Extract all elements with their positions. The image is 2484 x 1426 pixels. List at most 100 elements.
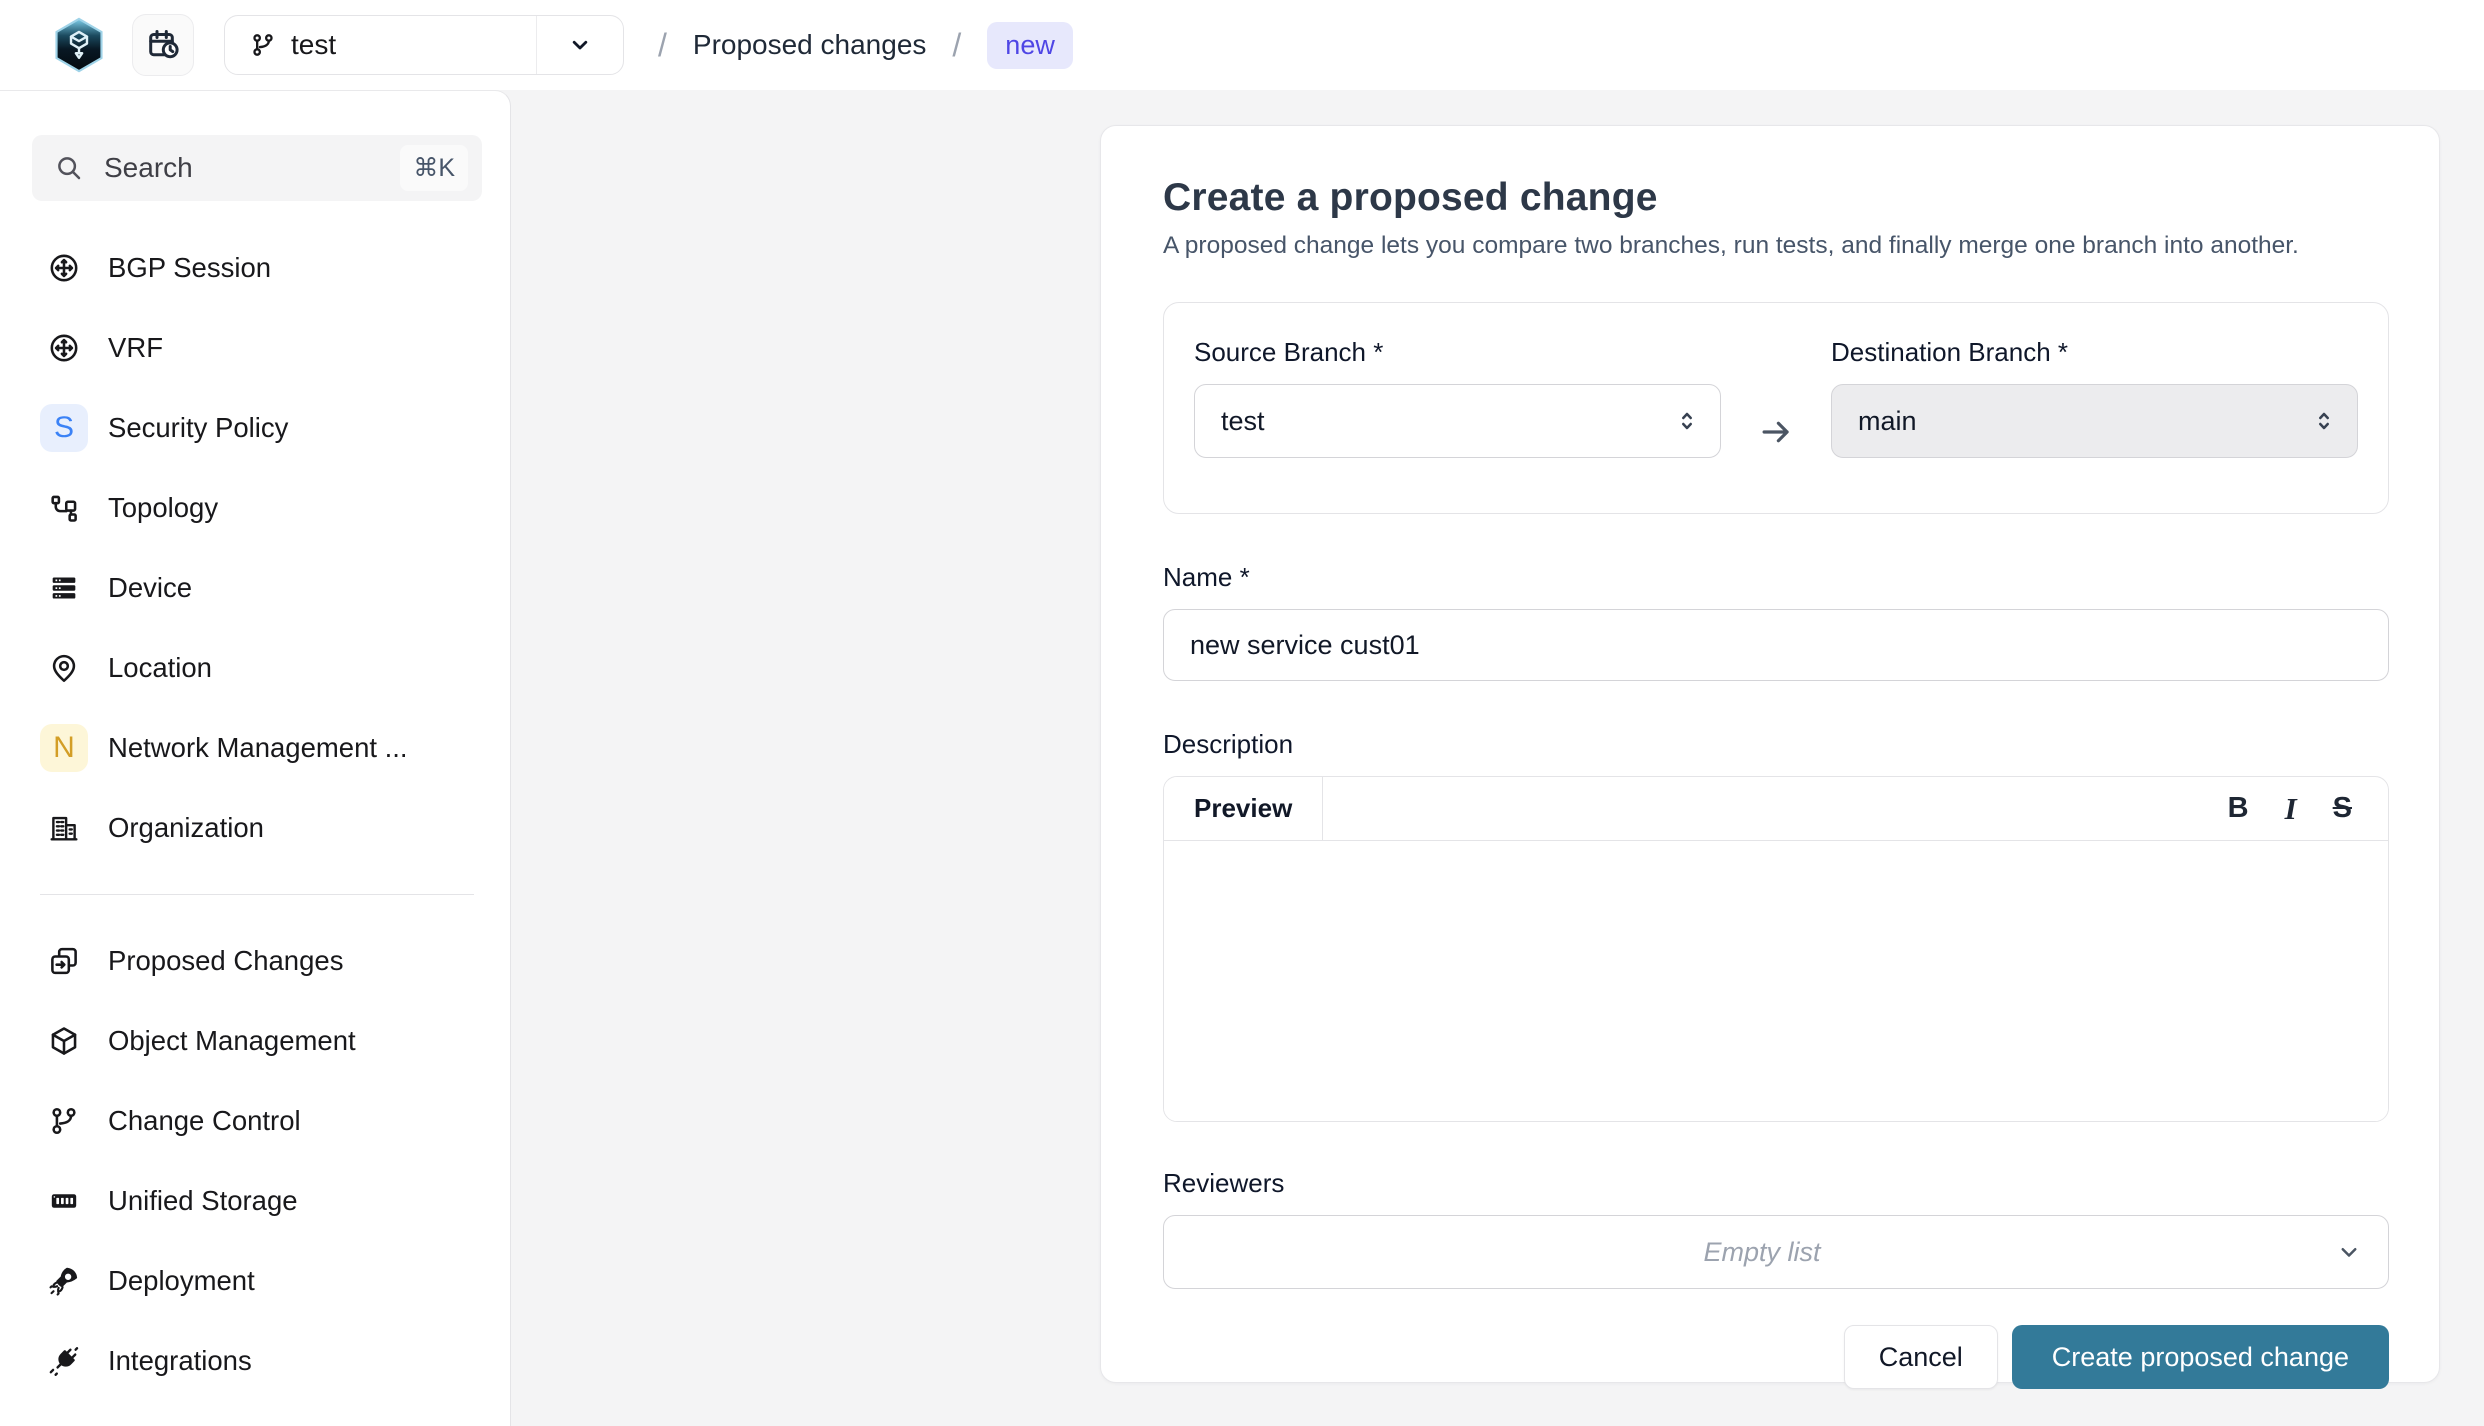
building-icon <box>40 804 88 852</box>
search-input[interactable]: Search ⌘K <box>32 135 482 201</box>
chevron-down-icon <box>2334 1237 2364 1267</box>
sidebar-item-label: BGP Session <box>108 252 271 284</box>
source-branch-value: test <box>1221 406 1672 437</box>
branch-direction-arrow <box>1721 395 1831 469</box>
destination-branch-select[interactable]: main <box>1831 384 2358 458</box>
breadcrumb-separator: / <box>952 27 961 64</box>
sidebar-item-change-control[interactable]: Change Control <box>32 1081 482 1161</box>
sidebar-nav-objects: BGP Session VRF S Security Policy Topolo… <box>32 228 482 868</box>
rocket-icon <box>40 1257 88 1305</box>
server-icon <box>40 564 88 612</box>
select-updown-icon <box>2309 406 2339 436</box>
name-input[interactable]: new service cust01 <box>1163 609 2389 681</box>
arrow-right-icon <box>1757 413 1795 451</box>
security-policy-letter-badge: S <box>40 404 88 452</box>
reviewers-placeholder: Empty list <box>1190 1237 2334 1268</box>
sidebar-item-vrf[interactable]: VRF <box>32 308 482 388</box>
sidebar-item-bgp-session[interactable]: BGP Session <box>32 228 482 308</box>
sidebar-item-label: Topology <box>108 492 218 524</box>
sidebar-item-label: Object Management <box>108 1025 356 1057</box>
branch-selector-caret[interactable] <box>537 16 623 74</box>
schedule-button[interactable] <box>132 14 194 76</box>
select-updown-icon <box>1672 406 1702 436</box>
sidebar-item-label: Proposed Changes <box>108 945 343 977</box>
branch-selector[interactable]: test <box>224 15 624 75</box>
form-actions: Cancel Create proposed change <box>1163 1325 2389 1389</box>
breadcrumb-separator: / <box>658 27 667 64</box>
branch-pair-fieldset: Source Branch * test Destination Branch … <box>1163 302 2389 514</box>
destination-branch-field: Destination Branch * main <box>1831 337 2358 469</box>
infrahub-logo[interactable] <box>50 14 108 76</box>
create-proposed-change-button[interactable]: Create proposed change <box>2012 1325 2389 1389</box>
sidebar-item-label: Location <box>108 652 212 684</box>
source-branch-label: Source Branch * <box>1194 337 1721 368</box>
source-branch-field: Source Branch * test <box>1194 337 1721 469</box>
description-editor: Preview B I S <box>1163 776 2389 1122</box>
page-title: Create a proposed change <box>1163 176 2389 220</box>
sidebar-item-security-policy[interactable]: S Security Policy <box>32 388 482 468</box>
sidebar-item-label: Integrations <box>108 1345 252 1377</box>
sidebar-item-integrations[interactable]: Integrations <box>32 1321 482 1401</box>
description-editor-header: Preview B I S <box>1164 777 2388 841</box>
sidebar-item-label: Device <box>108 572 192 604</box>
strikethrough-button[interactable]: S <box>2333 794 2352 823</box>
create-proposed-change-card: Create a proposed change A proposed chan… <box>1100 125 2440 1383</box>
sidebar-item-label: Network Management ... <box>108 732 408 764</box>
sidebar-item-label: VRF <box>108 332 163 364</box>
destination-branch-value: main <box>1858 406 2309 437</box>
sidebar-item-label: Security Policy <box>108 412 288 444</box>
search-placeholder: Search <box>104 152 193 184</box>
sidebar-divider <box>40 894 474 895</box>
reviewers-label: Reviewers <box>1163 1168 2389 1199</box>
breadcrumb: / Proposed changes / new <box>658 22 1073 69</box>
calendar-clock-icon <box>145 27 181 63</box>
description-label: Description <box>1163 729 2389 760</box>
name-label: Name * <box>1163 562 2389 593</box>
reviewers-field: Reviewers Empty list <box>1163 1168 2389 1289</box>
sidebar-item-device[interactable]: Device <box>32 548 482 628</box>
search-icon <box>54 153 84 183</box>
sidebar-item-topology[interactable]: Topology <box>32 468 482 548</box>
sidebar-item-deployment[interactable]: Deployment <box>32 1241 482 1321</box>
sidebar: Search ⌘K BGP Session VRF S Security Pol… <box>0 90 511 1426</box>
plug-icon <box>40 1337 88 1385</box>
bold-button[interactable]: B <box>2228 794 2249 823</box>
sidebar-item-unified-storage[interactable]: Unified Storage <box>32 1161 482 1241</box>
cube-icon <box>40 1017 88 1065</box>
description-toolbar: B I S <box>2228 777 2388 840</box>
destination-branch-label: Destination Branch * <box>1831 337 2358 368</box>
copy-arrow-icon <box>40 937 88 985</box>
sidebar-nav-tools: Proposed Changes Object Management Chang… <box>32 921 482 1401</box>
source-branch-select[interactable]: test <box>1194 384 1721 458</box>
router-icon <box>40 244 88 292</box>
name-input-value: new service cust01 <box>1190 630 1420 661</box>
search-shortcut-kbd: ⌘K <box>400 145 468 191</box>
sidebar-item-organization[interactable]: Organization <box>32 788 482 868</box>
page-subtitle: A proposed change lets you compare two b… <box>1163 232 2389 260</box>
sidebar-item-label: Unified Storage <box>108 1185 298 1217</box>
breadcrumb-current-badge[interactable]: new <box>987 22 1073 69</box>
reviewers-dropdown[interactable]: Empty list <box>1163 1215 2389 1289</box>
topology-icon <box>40 484 88 532</box>
name-field: Name * new service cust01 <box>1163 562 2389 681</box>
sidebar-item-label: Organization <box>108 812 264 844</box>
sidebar-item-label: Change Control <box>108 1105 301 1137</box>
sidebar-item-proposed-changes[interactable]: Proposed Changes <box>32 921 482 1001</box>
router-icon <box>40 324 88 372</box>
description-textarea[interactable] <box>1164 841 2388 1121</box>
branch-selector-value: test <box>291 29 336 61</box>
breadcrumb-proposed-changes[interactable]: Proposed changes <box>693 29 927 61</box>
tab-preview[interactable]: Preview <box>1164 777 1323 840</box>
description-field: Description Preview B I S <box>1163 729 2389 1122</box>
sidebar-item-object-management[interactable]: Object Management <box>32 1001 482 1081</box>
sidebar-item-location[interactable]: Location <box>32 628 482 708</box>
cancel-button[interactable]: Cancel <box>1844 1325 1998 1389</box>
map-pin-icon <box>40 644 88 692</box>
storage-icon <box>40 1177 88 1225</box>
italic-button[interactable]: I <box>2285 793 2297 824</box>
top-bar: test / Proposed changes / new <box>0 0 2484 90</box>
sidebar-item-label: Deployment <box>108 1265 255 1297</box>
network-management-letter-badge: N <box>40 724 88 772</box>
git-branch-icon <box>249 31 277 59</box>
sidebar-item-network-management[interactable]: N Network Management ... <box>32 708 482 788</box>
